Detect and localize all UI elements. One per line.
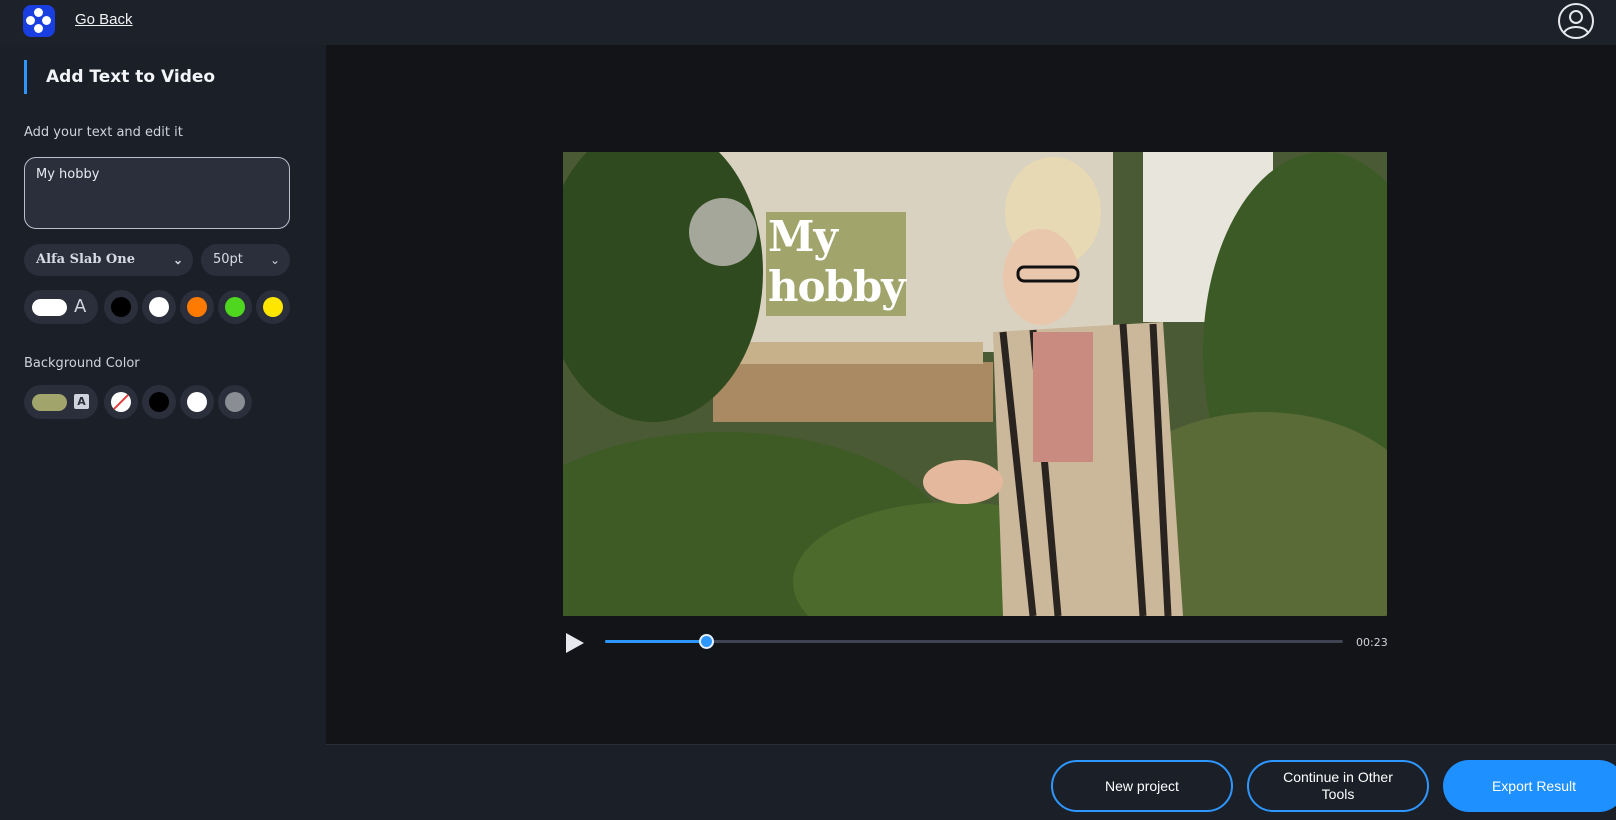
playback-scrubber[interactable] (605, 634, 1343, 649)
background-color-swatch-2[interactable] (180, 385, 214, 419)
text-color-swatch-1[interactable] (142, 290, 176, 324)
text-color-swatch-fill (225, 297, 245, 317)
user-account-icon[interactable] (1557, 2, 1595, 40)
playback-progress-fill (605, 640, 707, 643)
font-size-select[interactable]: 50pt ⌄ (201, 244, 290, 276)
background-color-swatch-fill (149, 392, 169, 412)
scrubber-handle[interactable] (699, 634, 715, 649)
text-color-swatch-2[interactable] (180, 290, 214, 324)
panel-title: Add Text to Video (24, 60, 215, 94)
background-color-picker[interactable]: A (24, 385, 98, 419)
text-color-swatch-fill (187, 297, 207, 317)
top-bar: Go Back (0, 0, 1616, 45)
font-family-select[interactable]: Alfa Slab One ⌄ (24, 244, 193, 276)
continue-in-other-tools-button[interactable]: Continue in Other Tools (1247, 760, 1429, 812)
font-size-value: 50pt (213, 252, 243, 267)
text-color-swatch-0[interactable] (104, 290, 138, 324)
font-family-value: Alfa Slab One (36, 252, 135, 267)
text-color-swatch-fill (149, 297, 169, 317)
text-color-swatch-3[interactable] (218, 290, 252, 324)
play-icon[interactable] (563, 632, 587, 654)
go-back-link[interactable]: Go Back (75, 11, 133, 28)
new-project-button[interactable]: New project (1051, 760, 1233, 812)
overlay-text-input[interactable] (24, 157, 290, 229)
chevron-down-icon: ⌄ (269, 253, 280, 267)
background-color-label: Background Color (24, 356, 140, 371)
no-color-icon (111, 392, 131, 412)
text-color-swatch-fill (111, 297, 131, 317)
chevron-down-icon: ⌄ (172, 253, 183, 267)
text-input-label: Add your text and edit it (24, 125, 183, 140)
text-color-glyph-icon: A (74, 296, 87, 317)
background-color-glyph-icon: A (74, 394, 89, 409)
export-result-button[interactable]: Export Result (1443, 760, 1616, 812)
editor-sidebar: Add Text to Video Add your text and edit… (0, 45, 326, 820)
text-color-picker[interactable]: A (24, 290, 98, 324)
text-color-swatch-fill (263, 297, 283, 317)
text-color-preview (32, 299, 67, 316)
app-logo-icon[interactable] (23, 5, 55, 37)
text-color-swatch-4[interactable] (256, 290, 290, 324)
background-color-swatch-fill (225, 392, 245, 412)
overlay-line-2: hobby (768, 262, 906, 311)
video-duration: 00:23 (1356, 636, 1388, 649)
video-preview[interactable]: My hobby (563, 152, 1387, 616)
background-color-swatch-1[interactable] (142, 385, 176, 419)
video-frame-image (563, 152, 1387, 616)
background-color-swatch-fill (187, 392, 207, 412)
background-color-preview (32, 394, 67, 411)
video-text-overlay[interactable]: My hobby (766, 212, 906, 316)
background-color-swatch-3[interactable] (218, 385, 252, 419)
overlay-line-1: My (768, 212, 838, 261)
background-color-swatch-none[interactable] (104, 385, 138, 419)
action-bar: New project Continue in Other Tools Expo… (326, 744, 1616, 820)
